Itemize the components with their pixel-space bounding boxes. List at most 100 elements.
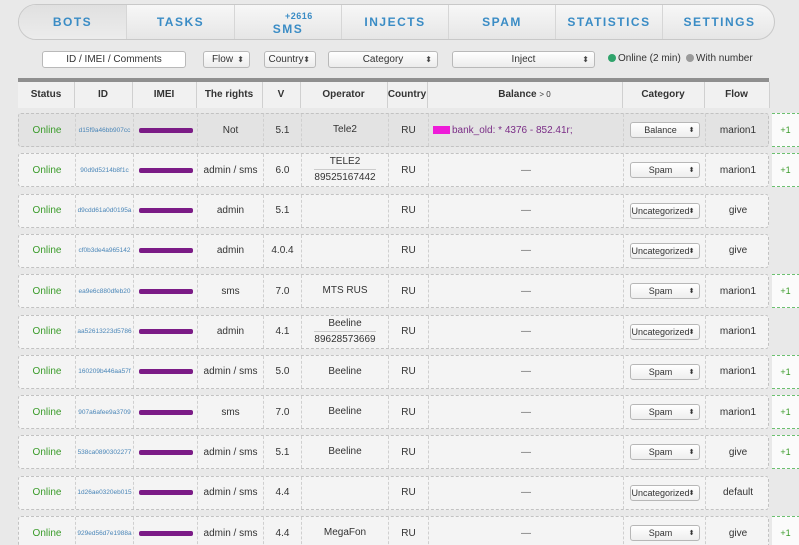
add-bot-button[interactable]: +1 xyxy=(772,153,799,188)
bot-id-cell[interactable]: cf0b3de4a965142 xyxy=(75,234,133,267)
bot-id-cell[interactable]: aa52613223d5786 xyxy=(75,315,133,348)
tab-label: STATISTICS xyxy=(567,15,651,29)
balance-text: — xyxy=(521,366,531,378)
category-select[interactable]: Uncategorized ⬍ xyxy=(629,242,700,259)
bot-id-cell[interactable]: ea9e6c880dfeb20 xyxy=(75,275,133,308)
rights-text: admin / sms xyxy=(203,366,258,378)
bot-id-cell[interactable]: 929ed56d7e1988a xyxy=(75,517,133,545)
rights-cell: admin / sms xyxy=(197,436,263,469)
table-row[interactable]: Online 538ca0890302277 admin / sms 5.1 Beeli… xyxy=(18,435,799,470)
add-bot-button[interactable]: +1 xyxy=(772,516,799,545)
tab-label: SPAM xyxy=(482,15,522,29)
bot-id-link[interactable]: d15f9a46bb907cc xyxy=(79,127,131,134)
bot-id-cell[interactable]: d15f9a46bb907cc xyxy=(75,114,133,146)
header-category[interactable]: Category xyxy=(622,82,704,108)
bot-id-link[interactable]: 907a6afee9a3709 xyxy=(78,409,130,416)
header-version[interactable]: V xyxy=(262,82,300,108)
add-bot-button[interactable]: +1 xyxy=(772,395,799,430)
add-bot-button[interactable]: +1 xyxy=(772,354,799,389)
online-radio[interactable] xyxy=(608,54,616,62)
tab-settings[interactable]: SETTINGS xyxy=(662,5,774,39)
version-cell: 4.1 xyxy=(263,315,301,348)
add-bot-button[interactable]: +1 xyxy=(772,113,799,147)
version-text: 4.4 xyxy=(275,487,290,499)
table-row[interactable]: Online 907a6afee9a3709 sms 7.0 Beeline RU — Spa… xyxy=(18,395,799,430)
bot-id-link[interactable]: ea9e6c880dfeb20 xyxy=(78,288,130,295)
add-bot-button[interactable]: +1 xyxy=(772,435,799,470)
search-input[interactable]: ID / IMEI / Comments xyxy=(42,51,186,68)
balance-cell: — xyxy=(428,476,623,509)
table-row[interactable]: Online cf0b3de4a965142 admin 4.0.4 RU — Uncate… xyxy=(18,233,769,268)
header-balance-filter: > 0 xyxy=(539,90,551,99)
status-cell: Online xyxy=(19,275,75,307)
header-operator[interactable]: Operator xyxy=(300,82,387,108)
bot-id-link[interactable]: 160209b446aa57f xyxy=(78,368,130,375)
select-arrows-icon: ⬍ xyxy=(688,288,695,296)
balance-cell: — xyxy=(428,436,623,469)
bot-id-link[interactable]: 538ca0890302277 xyxy=(78,449,132,456)
bot-id-link[interactable]: cf0b3de4a965142 xyxy=(78,247,130,254)
flow-select[interactable]: Flow ⬍ xyxy=(203,51,250,68)
table-row[interactable]: Online 929ed56d7e1988a admin / sms 4.4 MegaF… xyxy=(18,516,799,545)
table-row[interactable]: Online 1d26ae0320eb015 admin / sms 4.4 RU — Un… xyxy=(18,475,769,510)
rights-cell: admin xyxy=(197,315,263,348)
category-select[interactable]: Uncategorized ⬍ xyxy=(629,484,700,501)
tab-spam[interactable]: SPAM xyxy=(448,5,555,39)
status-cell: Online xyxy=(19,114,75,146)
with-number-radio-label[interactable]: With number xyxy=(696,53,753,64)
bot-id-cell[interactable]: 538ca0890302277 xyxy=(75,436,133,469)
category-select[interactable]: Category ⬍ xyxy=(328,51,438,68)
tab-tasks[interactable]: TASKS xyxy=(126,5,234,39)
with-number-radio[interactable] xyxy=(686,54,694,62)
category-select[interactable]: Spam ⬍ xyxy=(629,404,700,421)
tab-injects[interactable]: INJECTS xyxy=(341,5,448,39)
table-row[interactable]: Online 90d9d5214b8f1c admin / sms 6.0 TELE2 8… xyxy=(18,153,799,188)
bot-id-link[interactable]: aa52613223d5786 xyxy=(77,328,131,335)
category-select[interactable]: Uncategorized ⬍ xyxy=(629,202,700,219)
balance-text: — xyxy=(521,164,531,176)
flow-cell: marion1 xyxy=(705,154,770,187)
header-country[interactable]: Country xyxy=(387,82,427,108)
bot-id-cell[interactable]: 90d9d5214b8f1c xyxy=(75,154,133,187)
operator-name: Beeline xyxy=(328,317,362,329)
header-balance[interactable]: Balance > 0 xyxy=(427,82,622,108)
category-select[interactable]: Spam ⬍ xyxy=(629,283,700,300)
version-cell: 5.1 xyxy=(263,114,301,146)
country-select[interactable]: Country ⬍ xyxy=(264,51,316,68)
header-id[interactable]: ID xyxy=(74,82,132,108)
header-flow[interactable]: Flow xyxy=(704,82,769,108)
category-select[interactable]: Spam ⬍ xyxy=(629,525,700,541)
bot-id-cell[interactable]: 1d26ae0320eb015 xyxy=(75,476,133,509)
flow-text: give xyxy=(728,446,748,458)
table-row[interactable]: Online ea9e6c880dfeb20 sms 7.0 MTS RUS RU — Spa… xyxy=(18,274,799,309)
header-status[interactable]: Status xyxy=(18,82,74,108)
bot-id-cell[interactable]: d9cdd61a0d0195a xyxy=(75,194,133,227)
bot-id-link[interactable]: 1d26ae0320eb015 xyxy=(77,489,131,496)
category-select[interactable]: Spam ⬍ xyxy=(629,444,700,461)
add-bot-button[interactable]: +1 xyxy=(772,274,799,309)
category-select[interactable]: Spam ⬍ xyxy=(629,363,700,380)
category-cell: Uncategorized ⬍ xyxy=(623,194,705,227)
select-arrows-icon: ⬍ xyxy=(688,247,695,255)
bot-id-link[interactable]: 90d9d5214b8f1c xyxy=(80,167,128,174)
category-cell: Spam ⬍ xyxy=(623,517,705,545)
bot-id-cell[interactable]: 160209b446aa57f xyxy=(75,355,133,388)
tab-bots[interactable]: BOTS xyxy=(19,5,126,39)
header-rights[interactable]: The rights xyxy=(196,82,262,108)
bot-id-cell[interactable]: 907a6afee9a3709 xyxy=(75,396,133,429)
table-row[interactable]: Online 160209b446aa57f admin / sms 5.0 Beeli… xyxy=(18,354,799,389)
category-cell: Uncategorized ⬍ xyxy=(623,234,705,267)
inject-select[interactable]: Inject ⬍ xyxy=(452,51,595,68)
online-radio-label[interactable]: Online (2 min) xyxy=(618,53,681,64)
bot-id-link[interactable]: 929ed56d7e1988a xyxy=(77,530,131,537)
table-row[interactable]: Online aa52613223d5786 admin 4.1 Beeline 8962… xyxy=(18,314,769,349)
tab-statistics[interactable]: STATISTICS xyxy=(555,5,662,39)
header-imei[interactable]: IMEI xyxy=(132,82,196,108)
bot-id-link[interactable]: d9cdd61a0d0195a xyxy=(78,207,132,214)
category-select[interactable]: Uncategorized ⬍ xyxy=(629,323,700,340)
category-select[interactable]: Spam ⬍ xyxy=(629,162,700,179)
table-row[interactable]: Online d15f9a46bb907cc Not 5.1 Tele2 RU bank_o… xyxy=(18,113,799,147)
tab-sms[interactable]: SMS +2616 xyxy=(234,5,341,39)
category-select[interactable]: Balance ⬍ xyxy=(629,122,700,138)
table-row[interactable]: Online d9cdd61a0d0195a admin 5.1 RU — Uncatego… xyxy=(18,193,769,228)
